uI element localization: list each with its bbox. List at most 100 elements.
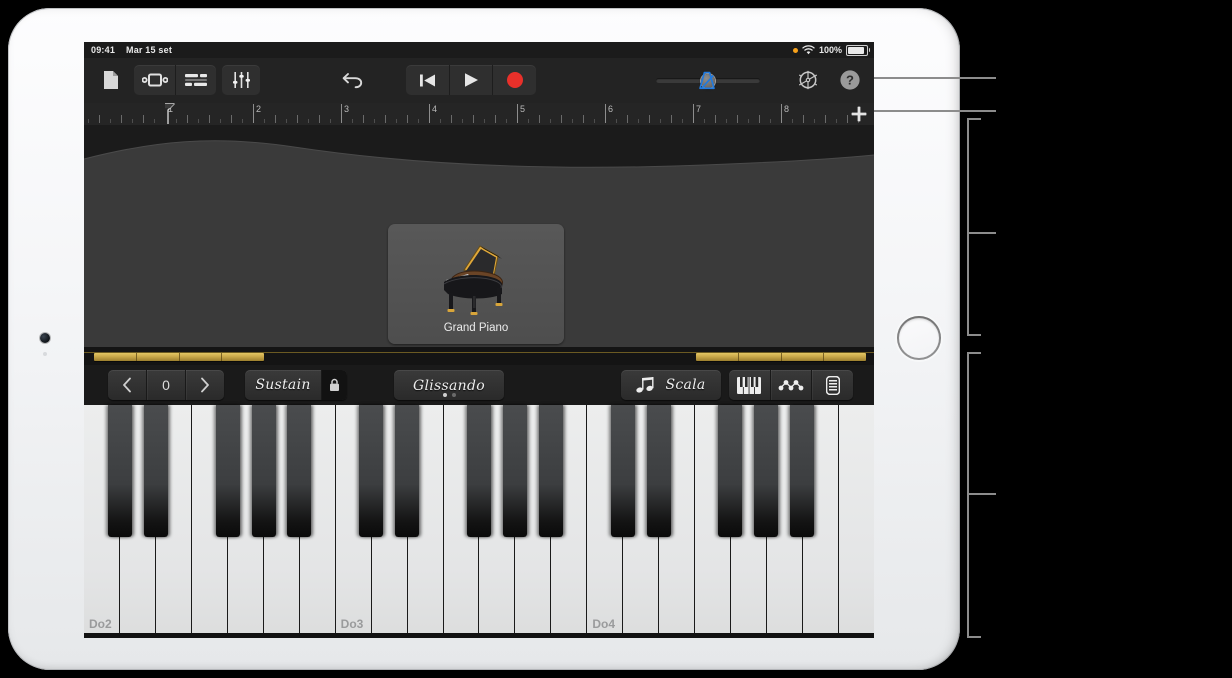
ruler-beat-tick	[715, 115, 716, 123]
black-key[interactable]	[646, 405, 671, 537]
chord-dots-icon	[778, 380, 804, 391]
metronome-button[interactable]	[693, 65, 721, 95]
metronome-icon	[699, 71, 715, 89]
callout-line-toolbar	[874, 77, 996, 79]
sustain-lock-button[interactable]	[322, 370, 347, 400]
instrument-card[interactable]: Grand Piano	[388, 224, 564, 344]
ruler-beat-tick	[847, 115, 848, 123]
ruler-beat-tick	[275, 115, 276, 123]
callout-stem-keyboard	[967, 493, 996, 495]
white-key[interactable]	[839, 405, 874, 638]
track-view-button[interactable]	[134, 65, 175, 95]
black-key[interactable]	[395, 405, 420, 537]
black-key[interactable]	[359, 405, 384, 537]
play-button[interactable]	[450, 65, 493, 95]
glissando-page-dots[interactable]	[394, 393, 504, 397]
timeline-ruler[interactable]: 12345678	[84, 103, 874, 126]
app-toolbar: ?	[84, 58, 874, 104]
black-key[interactable]	[215, 405, 240, 537]
playhead-icon	[165, 103, 175, 124]
ruler-subdivision-tick	[308, 119, 309, 123]
home-button[interactable]	[897, 316, 941, 360]
note-strip-button[interactable]	[812, 370, 853, 400]
instrument-name: Grand Piano	[443, 322, 509, 334]
black-key[interactable]	[502, 405, 527, 537]
record-button[interactable]	[493, 65, 536, 95]
ruler-subdivision-tick	[836, 119, 837, 123]
ruler-beat-tick	[209, 115, 210, 123]
sliders-button[interactable]	[222, 65, 260, 95]
ruler-bar-line	[693, 104, 694, 123]
page-dot-1[interactable]	[442, 393, 447, 397]
battery-icon	[846, 44, 870, 56]
svg-text:?: ?	[846, 73, 854, 88]
chords-button[interactable]	[771, 370, 812, 400]
ruler-subdivision-tick	[814, 119, 815, 123]
playhead[interactable]	[164, 103, 176, 125]
status-right-cluster: 100%	[792, 42, 870, 58]
black-key[interactable]	[754, 405, 779, 537]
black-key[interactable]	[790, 405, 815, 537]
callout-bracket-keyboard-bottom	[967, 636, 981, 638]
document-button[interactable]	[98, 65, 124, 95]
ruler-subdivision-tick	[132, 119, 133, 123]
ruler-beat-tick	[187, 115, 188, 123]
sustain-button[interactable]: Sustain	[245, 370, 321, 400]
play-icon	[465, 73, 478, 87]
ruler-subdivision-tick	[198, 119, 199, 123]
ruler-subdivision-tick	[748, 119, 749, 123]
settings-button[interactable]	[794, 65, 822, 95]
ruler-subdivision-tick	[352, 119, 353, 123]
gold-strip-row	[84, 347, 874, 365]
ruler-subdivision-tick	[154, 119, 155, 123]
octave-up-button[interactable]	[186, 370, 224, 400]
help-button[interactable]: ?	[836, 65, 864, 95]
black-key[interactable]	[287, 405, 312, 537]
add-section-button[interactable]	[850, 105, 868, 123]
black-key[interactable]	[107, 405, 132, 537]
ruler-beat-tick	[649, 115, 650, 123]
ruler-subdivision-tick	[264, 119, 265, 123]
mixer-button[interactable]	[176, 65, 216, 95]
black-key[interactable]	[143, 405, 168, 537]
note-strip-icon	[825, 375, 840, 395]
callout-bracket-stage	[967, 118, 969, 336]
piano-keyboard[interactable]: Do2 Do3 Do4	[84, 405, 874, 638]
black-key[interactable]	[467, 405, 491, 537]
callout-bracket-keyboard	[967, 352, 969, 638]
scala-button[interactable]: Scala	[621, 370, 721, 400]
sustain-label: Sustain	[255, 377, 311, 393]
ruler-subdivision-tick	[462, 119, 463, 123]
keyboard-control-strip: 0 Sustain Glissando Scala	[84, 365, 874, 406]
rewind-icon	[419, 74, 435, 86]
black-key[interactable]	[251, 405, 276, 537]
ruler-subdivision-tick	[99, 115, 100, 123]
undo-button[interactable]	[338, 65, 368, 95]
ruler-subdivision-tick	[242, 119, 243, 123]
track-view-icon	[141, 73, 168, 87]
lock-icon	[330, 378, 339, 391]
gear-icon	[798, 70, 818, 90]
ruler-beat-tick	[231, 115, 232, 123]
rewind-button[interactable]	[406, 65, 449, 95]
glissando-button[interactable]: Glissando	[394, 370, 504, 400]
ruler-beat-tick	[671, 115, 672, 123]
ruler-subdivision-tick	[330, 119, 331, 123]
page-dot-2[interactable]	[451, 393, 456, 397]
ruler-bar-line	[341, 104, 342, 123]
keyboard-layout-button[interactable]	[729, 370, 770, 400]
ruler-beat-tick	[539, 115, 540, 123]
ruler-beat-tick	[451, 115, 452, 123]
octave-down-button[interactable]	[108, 370, 146, 400]
black-key[interactable]	[538, 405, 563, 537]
black-key[interactable]	[610, 405, 635, 537]
callout-line-ruler	[874, 110, 996, 112]
battery-percent: 100%	[818, 45, 842, 55]
ruler-subdivision-tick	[374, 119, 375, 123]
gold-strip-right	[696, 353, 866, 361]
keyboard-options-group	[729, 370, 853, 400]
ruler-bar-number: 8	[784, 104, 790, 114]
black-key[interactable]	[718, 405, 743, 537]
key-label: Do3	[340, 617, 364, 631]
ruler-subdivision-tick	[616, 119, 617, 123]
